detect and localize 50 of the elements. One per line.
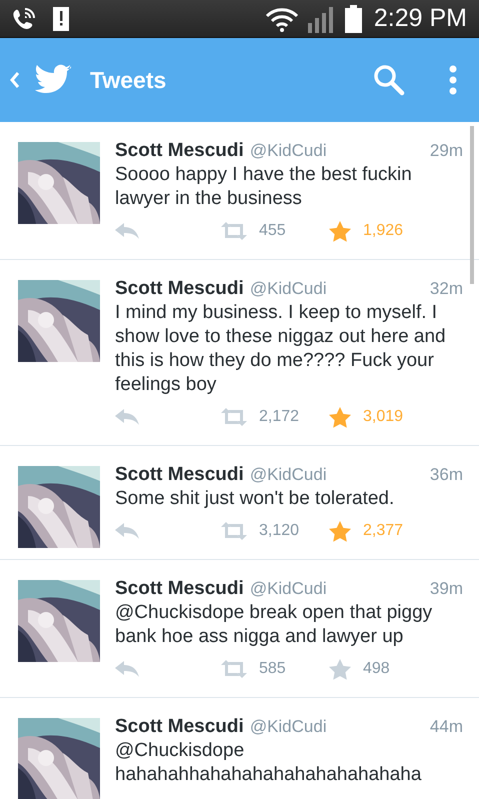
- author-name: Scott Mescudi: [115, 578, 244, 600]
- star-icon[interactable]: [329, 658, 351, 680]
- author-name: Scott Mescudi: [115, 464, 244, 486]
- favorite-count: 1,926: [363, 222, 404, 240]
- tweet-time: 32m: [430, 279, 463, 299]
- retweet-icon[interactable]: [221, 522, 247, 540]
- tweet-text: I mind my business. I keep to myself. I show love to these niggaz out here and this is how they do me???? Fuck your feelings boy: [115, 301, 447, 397]
- author-name: Scott Mescudi: [115, 716, 244, 738]
- tweet-time: 29m: [430, 141, 463, 161]
- favorite-count: 2,377: [363, 522, 404, 540]
- back-icon[interactable]: [10, 71, 20, 89]
- retweet-count: 455: [259, 222, 286, 240]
- author-handle: @KidCudi: [250, 579, 327, 599]
- retweet-count: 3,120: [259, 522, 300, 540]
- search-icon[interactable]: [373, 64, 405, 96]
- bird-icon[interactable]: [34, 64, 72, 96]
- author-handle: @KidCudi: [250, 465, 327, 485]
- reply-icon[interactable]: [115, 409, 139, 425]
- author-name: Scott Mescudi: [115, 278, 244, 300]
- author-handle: @KidCudi: [250, 717, 327, 737]
- reply-icon[interactable]: [115, 223, 139, 239]
- favorite-count: 3,019: [363, 408, 404, 426]
- author-handle: @KidCudi: [250, 141, 327, 161]
- retweet-icon[interactable]: [221, 222, 247, 240]
- reply-icon[interactable]: [115, 523, 139, 539]
- tweet-text: @Chuckisdope hahahahhahahahahahahahahahaha: [115, 739, 422, 787]
- reply-icon[interactable]: [115, 661, 139, 677]
- retweet-icon[interactable]: [221, 408, 247, 426]
- star-icon[interactable]: [329, 220, 351, 242]
- tweet-text: Soooo happy I have the best fuckin lawyer in the business: [115, 163, 413, 211]
- scrollbar[interactable]: [470, 126, 474, 284]
- tweet-time: 44m: [430, 717, 463, 737]
- menu-icon[interactable]: [449, 65, 457, 95]
- author-name: Scott Mescudi: [115, 140, 244, 162]
- star-icon[interactable]: [329, 406, 351, 428]
- tweet-text: @Chuckisdope break open that piggy bank hoe ass nigga and lawyer up: [115, 601, 434, 649]
- author-handle: @KidCudi: [250, 279, 327, 299]
- retweet-count: 585: [259, 660, 286, 678]
- wifi-icon: [264, 6, 299, 32]
- star-icon[interactable]: [329, 520, 351, 542]
- clock-time: 2:29 PM: [374, 4, 467, 33]
- alert-icon: [52, 6, 70, 32]
- tweet-time: 39m: [430, 579, 463, 599]
- tweet-text: Some shit just won't be tolerated.: [115, 487, 396, 511]
- favorite-count: 498: [363, 660, 390, 678]
- tweet-time: 36m: [430, 465, 463, 485]
- retweet-count: 2,172: [259, 408, 300, 426]
- screen-title: Tweets: [90, 66, 166, 94]
- retweet-icon[interactable]: [221, 660, 247, 678]
- battery-icon: [344, 4, 362, 32]
